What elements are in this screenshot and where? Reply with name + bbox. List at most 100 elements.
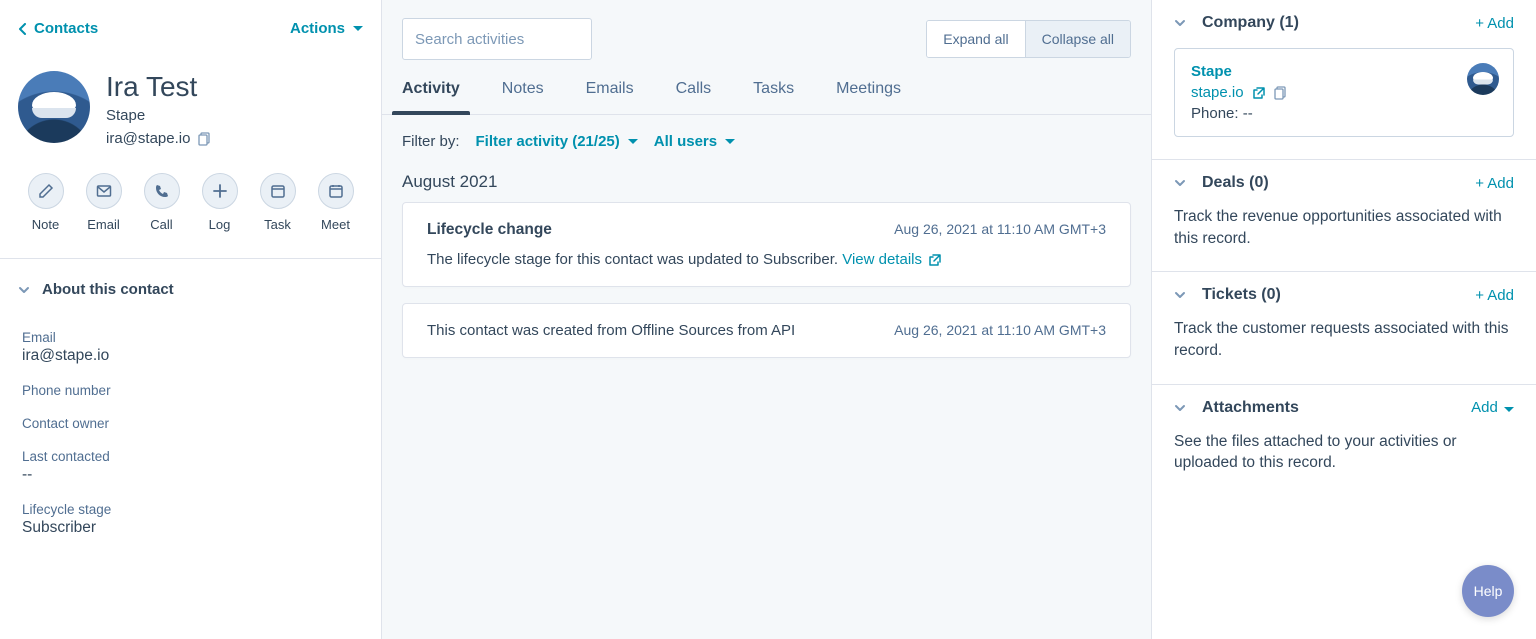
meet-button[interactable] <box>318 173 354 209</box>
tickets-section: Tickets (0) + Add Track the customer req… <box>1152 272 1536 384</box>
tickets-toggle[interactable]: Tickets (0) <box>1174 286 1281 304</box>
field-label-owner: Contact owner <box>22 416 359 431</box>
filter-activity-label: Filter activity (21/25) <box>476 133 620 150</box>
card-timestamp: Aug 26, 2021 at 11:10 AM GMT+3 <box>894 322 1106 338</box>
expand-all-button[interactable]: Expand all <box>927 21 1024 57</box>
qa-email-label: Email <box>87 217 120 232</box>
company-section: Company (1) + Add Stape stape.io Phone: … <box>1152 0 1536 160</box>
deals-header: Deals (0) + Add <box>1174 174 1514 192</box>
log-button[interactable] <box>202 173 238 209</box>
tickets-header: Tickets (0) + Add <box>1174 286 1514 304</box>
qa-note-label: Note <box>32 217 59 232</box>
quick-actions: Note Email Call Log Task Meet <box>0 165 381 258</box>
expand-collapse-group: Expand all Collapse all <box>926 20 1131 58</box>
deals-toggle[interactable]: Deals (0) <box>1174 174 1269 192</box>
filter-users-dropdown[interactable]: All users <box>654 133 735 150</box>
card-header: This contact was created from Offline So… <box>427 322 1106 339</box>
attachments-add-dropdown[interactable]: Add <box>1471 399 1514 416</box>
chevron-down-icon <box>18 284 30 296</box>
chevron-down-icon <box>1174 17 1186 29</box>
note-button[interactable] <box>28 173 64 209</box>
chevron-down-icon <box>1174 289 1186 301</box>
field-label-lifecycle: Lifecycle stage <box>22 502 359 517</box>
call-button[interactable] <box>144 173 180 209</box>
tab-meetings[interactable]: Meetings <box>836 80 901 114</box>
deals-add-link[interactable]: + Add <box>1475 175 1514 192</box>
chevron-down-icon <box>1174 177 1186 189</box>
tab-tasks[interactable]: Tasks <box>753 80 794 114</box>
qa-call-label: Call <box>150 217 172 232</box>
center-top-row: Expand all Collapse all <box>382 0 1151 60</box>
qa-log: Log <box>202 173 238 232</box>
field-value-lifecycle[interactable]: Subscriber <box>22 519 359 537</box>
attachments-header: Attachments Add <box>1174 399 1514 417</box>
contact-identity: Ira Test Stape ira@stape.io <box>106 71 212 147</box>
tickets-description: Track the customer requests associated w… <box>1174 318 1514 361</box>
filter-by-label: Filter by: <box>402 133 460 150</box>
view-details-link[interactable]: View details <box>842 251 942 268</box>
phone-icon <box>154 183 170 199</box>
attachments-description: See the files attached to your activitie… <box>1174 431 1514 474</box>
task-button[interactable] <box>260 173 296 209</box>
company-domain[interactable]: stape.io <box>1191 84 1244 101</box>
chevron-left-icon <box>18 23 28 35</box>
left-panel: Contacts Actions Ira Test Stape ira@stap… <box>0 0 382 639</box>
attachments-heading: Attachments <box>1202 399 1299 417</box>
collapse-all-button[interactable]: Collapse all <box>1025 21 1130 57</box>
qa-task: Task <box>260 173 296 232</box>
actions-dropdown[interactable]: Actions <box>290 20 363 37</box>
month-heading: August 2021 <box>382 158 1151 202</box>
email-button[interactable] <box>86 173 122 209</box>
about-contact-toggle[interactable]: About this contact <box>0 259 381 302</box>
back-to-contacts-link[interactable]: Contacts <box>18 20 98 37</box>
activity-card[interactable]: This contact was created from Offline So… <box>402 303 1131 358</box>
help-button[interactable]: Help <box>1462 565 1514 617</box>
attachments-toggle[interactable]: Attachments <box>1174 399 1299 417</box>
tab-calls[interactable]: Calls <box>676 80 712 114</box>
view-details-label: View details <box>842 251 922 268</box>
external-link-icon[interactable] <box>1252 86 1266 100</box>
company-name[interactable]: Stape <box>1191 63 1497 80</box>
company-add-link[interactable]: + Add <box>1475 15 1514 32</box>
field-value-lastcontacted: -- <box>22 466 359 484</box>
chevron-down-icon <box>1174 402 1186 414</box>
qa-log-label: Log <box>209 217 231 232</box>
back-link-label: Contacts <box>34 20 98 37</box>
field-label-lastcontacted: Last contacted <box>22 449 359 464</box>
attachments-section: Attachments Add See the files attached t… <box>1152 385 1536 496</box>
tab-activity[interactable]: Activity <box>402 80 460 114</box>
envelope-icon <box>96 183 112 199</box>
tab-notes[interactable]: Notes <box>502 80 544 114</box>
qa-task-label: Task <box>264 217 291 232</box>
qa-call: Call <box>144 173 180 232</box>
qa-meet-label: Meet <box>321 217 350 232</box>
copy-icon[interactable] <box>1274 86 1288 100</box>
deals-section: Deals (0) + Add Track the revenue opport… <box>1152 160 1536 272</box>
company-toggle[interactable]: Company (1) <box>1174 14 1299 32</box>
external-link-icon <box>928 253 942 267</box>
right-panel: Company (1) + Add Stape stape.io Phone: … <box>1152 0 1536 639</box>
tickets-add-link[interactable]: + Add <box>1475 287 1514 304</box>
note-icon <box>38 183 54 199</box>
tab-emails[interactable]: Emails <box>586 80 634 114</box>
activity-tabs: Activity Notes Emails Calls Tasks Meetin… <box>382 60 1151 115</box>
filter-activity-dropdown[interactable]: Filter activity (21/25) <box>476 133 638 150</box>
deals-heading: Deals (0) <box>1202 174 1269 192</box>
actions-label: Actions <box>290 20 345 37</box>
search-activities[interactable] <box>402 18 592 60</box>
company-logo <box>1467 63 1499 95</box>
left-header: Contacts Actions <box>0 0 381 41</box>
contact-avatar <box>18 71 90 143</box>
qa-meet: Meet <box>318 173 354 232</box>
calendar-check-icon <box>270 183 286 199</box>
field-value-email[interactable]: ira@stape.io <box>22 347 359 365</box>
contact-company: Stape <box>106 107 212 124</box>
company-card[interactable]: Stape stape.io Phone: -- <box>1174 48 1514 137</box>
activity-card[interactable]: Lifecycle change Aug 26, 2021 at 11:10 A… <box>402 202 1131 287</box>
filter-row: Filter by: Filter activity (21/25) All u… <box>382 115 1151 158</box>
company-phone: Phone: -- <box>1191 105 1497 122</box>
search-input[interactable] <box>415 31 614 48</box>
contact-hero: Ira Test Stape ira@stape.io <box>0 41 381 165</box>
copy-icon[interactable] <box>198 132 212 146</box>
attachments-add-label: Add <box>1471 399 1498 416</box>
